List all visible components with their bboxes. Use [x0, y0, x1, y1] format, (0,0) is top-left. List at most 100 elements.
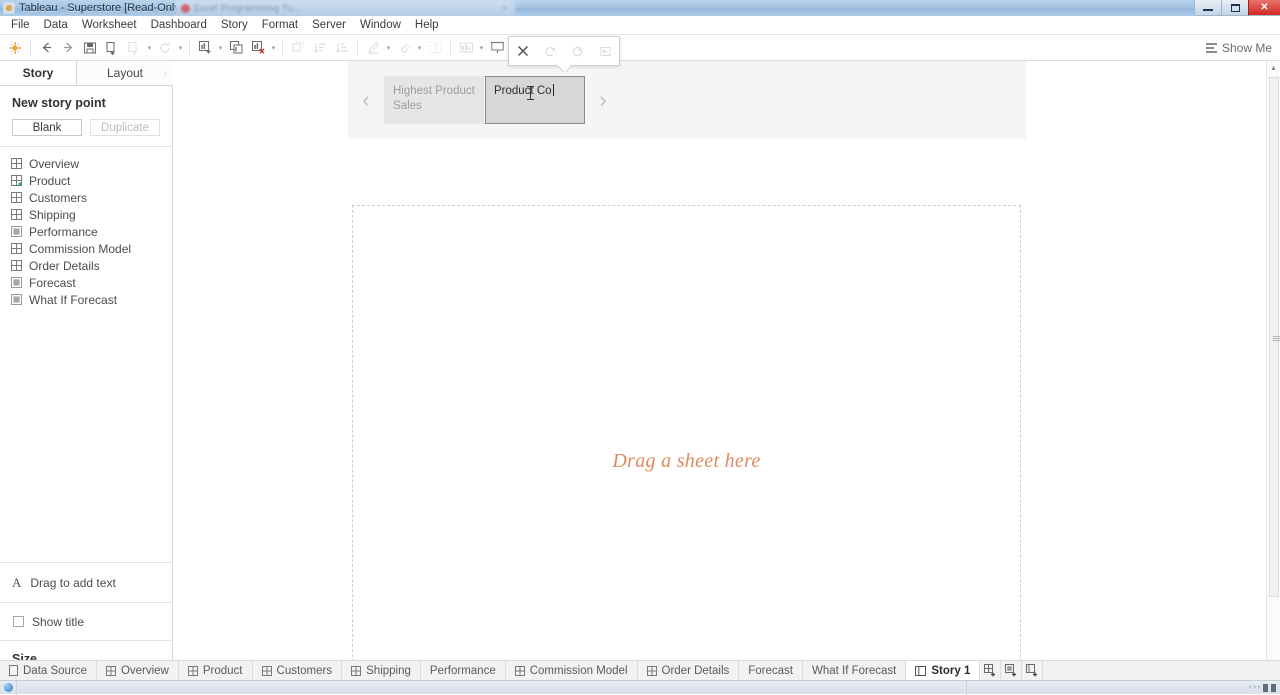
prev-story-point-arrow[interactable]: ‹ — [348, 87, 384, 113]
group-dropdown-caret[interactable]: ▾ — [415, 44, 424, 52]
sheet-item-shipping[interactable]: Shipping — [0, 206, 172, 223]
sheet-label: Shipping — [29, 208, 76, 222]
tab-order-details[interactable]: Order Details — [638, 661, 740, 680]
sheet-item-performance[interactable]: Performance — [0, 223, 172, 240]
sheet-item-commission-model[interactable]: Commission Model — [0, 240, 172, 257]
tab-data-source[interactable]: Data Source — [0, 661, 97, 680]
tab-overview[interactable]: Overview — [97, 661, 179, 680]
new-worksheet-dropdown-caret[interactable]: ▾ — [216, 44, 225, 52]
tab-shipping[interactable]: Shipping — [342, 661, 421, 680]
sort-desc-icon[interactable] — [331, 37, 353, 59]
tray-volume-icon[interactable] — [1271, 684, 1276, 692]
drag-to-add-text-item[interactable]: A Drag to add text — [0, 562, 172, 602]
tray-chevron-icon[interactable]: ‹ › › — [1249, 684, 1260, 691]
sheet-label: Customers — [29, 191, 87, 205]
tab-layout[interactable]: Layout ◦ — [76, 61, 173, 85]
story-point-2-caption[interactable]: Product Co — [494, 85, 552, 97]
arrow-right-icon[interactable] — [57, 37, 79, 59]
new-dashboard-tab-button[interactable] — [1001, 661, 1022, 680]
arrow-left-icon[interactable] — [35, 37, 57, 59]
menu-server[interactable]: Server — [305, 17, 353, 33]
scrollbar-track[interactable] — [1267, 75, 1280, 679]
highlight-dropdown-caret[interactable]: ▾ — [384, 44, 393, 52]
revert-icon[interactable] — [593, 39, 617, 63]
presentation-icon[interactable] — [486, 37, 508, 59]
paperclip-icon[interactable] — [393, 37, 415, 59]
sheet-item-customers[interactable]: Customers — [0, 189, 172, 206]
tab-story[interactable]: Story — [0, 61, 76, 85]
menu-data[interactable]: Data — [37, 17, 75, 33]
redo-icon[interactable] — [566, 39, 590, 63]
menu-bar[interactable]: File Data Worksheet Dashboard Story Form… — [0, 16, 1280, 35]
os-taskbar[interactable]: ‹ › › — [0, 680, 1280, 694]
tray-network-icon[interactable] — [1263, 684, 1268, 692]
refresh-icon[interactable] — [154, 37, 176, 59]
sheet-item-overview[interactable]: Overview — [0, 155, 172, 172]
sheet-item-forecast[interactable]: Forecast — [0, 274, 172, 291]
close-x-icon[interactable] — [511, 39, 535, 63]
vertical-scrollbar[interactable]: ▲ ▼ — [1266, 61, 1280, 693]
new-connection-icon[interactable] — [123, 37, 145, 59]
taskbar-items[interactable] — [16, 681, 966, 695]
sheet-item-order-details[interactable]: Order Details — [0, 257, 172, 274]
window-controls[interactable]: ✕ — [1194, 0, 1280, 16]
menu-file[interactable]: File — [4, 17, 37, 33]
save-icon[interactable] — [79, 37, 101, 59]
show-title-checkbox[interactable] — [13, 616, 24, 627]
add-data-source-icon[interactable] — [101, 37, 123, 59]
tab-story-1[interactable]: Story 1 — [906, 661, 980, 680]
clear-sheet-dropdown-caret[interactable]: ▾ — [269, 44, 278, 52]
tab-product[interactable]: Product — [179, 661, 253, 680]
scrollbar-thumb[interactable] — [1269, 77, 1279, 597]
new-connection-dropdown-caret[interactable]: ▾ — [145, 44, 154, 52]
show-me-button[interactable]: Show Me — [1206, 35, 1272, 61]
maximize-button[interactable] — [1221, 0, 1248, 16]
fit-dropdown-caret[interactable]: ▾ — [477, 44, 486, 52]
new-worksheet-icon[interactable] — [194, 37, 216, 59]
blank-story-point-button[interactable]: Blank — [12, 119, 82, 136]
window-title-bar[interactable]: Tableau - Superstore [Read-Only] Excel P… — [0, 0, 1280, 16]
pin-icon[interactable]: ◦ — [164, 69, 167, 78]
sheet-tab-bar[interactable]: Data Source Overview Product Customers S… — [0, 660, 1280, 680]
taskbar-item-group[interactable] — [966, 681, 1086, 695]
story-point-context-toolbar[interactable] — [508, 36, 620, 66]
tab-what-if-forecast[interactable]: What If Forecast — [803, 661, 906, 680]
menu-format[interactable]: Format — [255, 17, 305, 33]
minimize-button[interactable] — [1194, 0, 1221, 16]
menu-window[interactable]: Window — [353, 17, 408, 33]
duplicate-sheet-icon[interactable] — [225, 37, 247, 59]
start-button[interactable] — [0, 681, 16, 695]
sort-asc-icon[interactable] — [309, 37, 331, 59]
close-button[interactable]: ✕ — [1248, 0, 1280, 16]
next-story-point-arrow[interactable]: › — [585, 87, 621, 113]
system-tray[interactable]: ‹ › › — [1249, 684, 1280, 692]
tableau-flower-icon[interactable] — [4, 37, 26, 59]
sheet-item-product[interactable]: Product — [0, 172, 172, 189]
menu-worksheet[interactable]: Worksheet — [75, 17, 144, 33]
tab-performance[interactable]: Performance — [421, 661, 506, 680]
menu-dashboard[interactable]: Dashboard — [144, 17, 214, 33]
show-title-row[interactable]: Show title — [0, 602, 172, 640]
undo-icon[interactable] — [538, 39, 562, 63]
story-point-2[interactable]: Product Co — [485, 76, 585, 124]
new-worksheet-tab-button[interactable] — [980, 661, 1001, 680]
text-label-icon[interactable]: T — [424, 37, 446, 59]
menu-help[interactable]: Help — [408, 17, 446, 33]
story-drop-zone[interactable]: Drag a sheet here — [352, 205, 1021, 693]
story-point-1[interactable]: Highest Product Sales — [384, 76, 484, 124]
clear-sheet-icon[interactable] — [247, 37, 269, 59]
sheet-item-what-if-forecast[interactable]: What If Forecast — [0, 291, 172, 308]
main-toolbar[interactable]: ▾ ▾ ▾ ▾ ▾ ▾ T ▾ — [0, 35, 1280, 61]
new-story-tab-button[interactable] — [1022, 661, 1043, 680]
fit-icon[interactable] — [455, 37, 477, 59]
swap-icon[interactable] — [287, 37, 309, 59]
highlighter-icon[interactable] — [362, 37, 384, 59]
duplicate-story-point-button[interactable]: Duplicate — [90, 119, 160, 136]
tab-commission-model[interactable]: Commission Model — [506, 661, 638, 680]
menu-story[interactable]: Story — [214, 17, 255, 33]
tab-forecast[interactable]: Forecast — [739, 661, 803, 680]
sidebar-tabs[interactable]: Story Layout ◦ — [0, 61, 172, 86]
scroll-up-arrow-icon[interactable]: ▲ — [1267, 61, 1280, 75]
tab-customers[interactable]: Customers — [253, 661, 343, 680]
refresh-dropdown-caret[interactable]: ▾ — [176, 44, 185, 52]
